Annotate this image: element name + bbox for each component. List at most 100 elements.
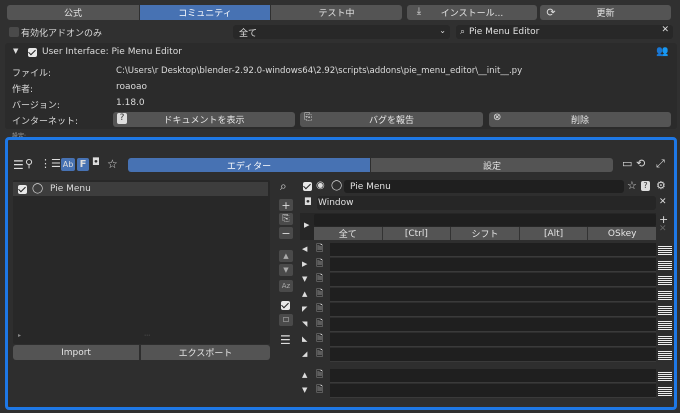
expand-triangle-icon[interactable]: ▼ xyxy=(13,48,18,55)
category-dropdown[interactable]: 全て ⌄ xyxy=(233,25,450,39)
font-icon[interactable]: F xyxy=(77,158,89,171)
tab-testing[interactable]: テスト中 xyxy=(271,5,402,20)
slot-file-icon[interactable]: 🗎 xyxy=(316,350,323,359)
slot-file-icon[interactable]: 🗎 xyxy=(316,371,323,380)
slot-file-icon[interactable]: 🗎 xyxy=(316,290,323,299)
slot-file-icon[interactable]: 🗎 xyxy=(316,305,323,314)
install-button[interactable]: ⤓ インストール... xyxy=(407,5,537,20)
slot-file-icon[interactable]: 🗎 xyxy=(316,386,323,395)
sort-button[interactable]: Az xyxy=(279,280,293,292)
bug-label: バグを報告 xyxy=(368,116,414,126)
tab-official[interactable]: 公式 xyxy=(7,5,139,20)
slot-file-icon[interactable]: 🗎 xyxy=(316,245,323,254)
modifier-any[interactable]: 全て xyxy=(314,227,383,240)
author-value: roaoao xyxy=(116,82,148,92)
modifier-ctrl[interactable]: [Ctrl] xyxy=(382,227,452,240)
slot-file-icon[interactable]: 🗎 xyxy=(316,320,323,329)
slot-row-southeast[interactable] xyxy=(330,348,656,362)
refresh-button[interactable]: ⟳ 更新 xyxy=(540,5,671,20)
favorite-star-icon[interactable]: ☆ xyxy=(627,180,637,191)
author-label: 作者: xyxy=(12,85,34,95)
menu-lines-icon[interactable]: ☰ xyxy=(280,334,291,346)
list-item-checkbox[interactable] xyxy=(18,185,27,194)
export-button[interactable]: エクスポート xyxy=(141,345,270,360)
import-button[interactable]: Import xyxy=(13,345,139,360)
extra-slot-top[interactable] xyxy=(330,369,656,383)
clear-icon[interactable]: ✕ xyxy=(661,26,669,35)
slot-menu-icon[interactable] xyxy=(658,276,672,285)
slot-row-west[interactable] xyxy=(330,243,656,257)
tree-icon[interactable]: ⋮☰ xyxy=(40,158,61,169)
remove-item-button[interactable]: − xyxy=(279,227,293,240)
slot-menu-icon[interactable] xyxy=(658,336,672,345)
move-up-button[interactable]: ▲ xyxy=(279,250,293,262)
modifier-alt[interactable]: [Alt] xyxy=(519,227,589,240)
help-icon[interactable]: ? xyxy=(641,181,650,191)
report-bug-button[interactable]: ⎘ バグを報告 xyxy=(300,112,483,127)
enable-all-checkbox[interactable] xyxy=(281,301,290,310)
file-value: C:\Users\r Desktop\blender-2.92.0-window… xyxy=(116,66,523,76)
filter-icon[interactable]: ⚲ xyxy=(25,158,33,169)
search-input[interactable]: ⌕ Pie Menu Editor ✕ xyxy=(456,25,673,39)
duplicate-button[interactable]: ⎘ xyxy=(279,213,293,225)
disable-all-button[interactable]: ☐ xyxy=(279,314,293,326)
menu-enabled-checkbox[interactable] xyxy=(303,182,312,191)
slot-row-northwest[interactable] xyxy=(330,303,656,317)
grip-icon[interactable]: ⋯ xyxy=(144,333,150,339)
enabled-only-checkbox[interactable] xyxy=(9,27,19,37)
slot-row-northeast[interactable] xyxy=(330,318,656,332)
eye-icon[interactable]: ◉ xyxy=(316,181,325,191)
add-button[interactable]: + xyxy=(279,199,293,212)
slot-row-south[interactable] xyxy=(330,273,656,287)
modifier-shift[interactable]: シフト xyxy=(451,227,520,240)
slot-menu-icon[interactable] xyxy=(658,261,672,270)
modifier-oskey[interactable]: OSkey xyxy=(588,227,656,240)
arrow-downright-icon: ◢ xyxy=(302,350,308,358)
slot-row-north[interactable] xyxy=(330,288,656,302)
slot-row-southwest[interactable] xyxy=(330,333,656,347)
hotkey-key-field[interactable] xyxy=(314,214,656,226)
slot-file-icon[interactable]: 🗎 xyxy=(316,260,323,269)
slot-file-icon[interactable]: 🗎 xyxy=(316,335,323,344)
x-circle-icon: ⊗ xyxy=(493,112,502,123)
docs-button[interactable]: ? ドキュメントを表示 xyxy=(113,112,295,127)
tab-editor[interactable]: エディター xyxy=(128,158,370,172)
addon-enabled-checkbox[interactable] xyxy=(28,48,37,57)
slot-menu-icon[interactable] xyxy=(658,372,672,381)
search-icon[interactable]: ⌕ xyxy=(280,180,287,192)
category-value: 全て xyxy=(239,28,258,39)
slot-menu-icon[interactable] xyxy=(658,246,672,255)
arrow-right-icon: ▶ xyxy=(302,260,308,268)
expand-triangle-icon[interactable]: ▶ xyxy=(304,222,309,229)
remove-hotkey-icon[interactable]: ✕ xyxy=(659,225,667,234)
remove-button[interactable]: ⊗ 削除 xyxy=(489,112,671,127)
window-icon[interactable]: ▭ xyxy=(622,158,632,169)
slot-menu-icon[interactable] xyxy=(658,321,672,330)
slot-menu-icon[interactable] xyxy=(658,387,672,396)
slot-menu-icon[interactable] xyxy=(658,351,672,360)
pie-type-icon[interactable]: ◯ xyxy=(331,181,342,191)
slot-row-east[interactable] xyxy=(330,258,656,272)
slot-file-icon[interactable]: 🗎 xyxy=(316,275,323,284)
move-down-button[interactable]: ▼ xyxy=(279,264,293,276)
extra-slot-bottom[interactable] xyxy=(330,384,656,398)
close-icon[interactable]: ✕ xyxy=(659,198,667,207)
resize-handle-icon[interactable]: ▸ xyxy=(18,333,21,339)
slot-menu-icon[interactable] xyxy=(658,306,672,315)
arrow-upleft-icon: ◤ xyxy=(302,305,308,313)
help-icon: ? xyxy=(117,113,127,124)
fullscreen-icon[interactable]: ⤢ xyxy=(656,158,665,169)
star-icon[interactable]: ☆ xyxy=(107,158,118,170)
mouse-icon[interactable]: ◘ xyxy=(92,158,100,168)
sort-alpha-icon[interactable]: Ab xyxy=(61,158,75,171)
settings-icon[interactable]: ⚙ xyxy=(656,180,666,191)
slot-menu-icon[interactable] xyxy=(658,291,672,300)
menu-name-field[interactable]: Pie Menu xyxy=(344,180,624,193)
cycle-icon[interactable]: ⟲ xyxy=(636,158,645,169)
pie-icon: ◯ xyxy=(32,183,44,194)
context-field[interactable]: Window xyxy=(317,196,656,210)
list-icon[interactable]: ☰ xyxy=(13,159,24,171)
tab-community[interactable]: コミュニティ xyxy=(140,5,270,20)
tab-prefs-settings[interactable]: 設定 xyxy=(371,158,613,172)
refresh-icon: ⟳ xyxy=(546,5,556,19)
